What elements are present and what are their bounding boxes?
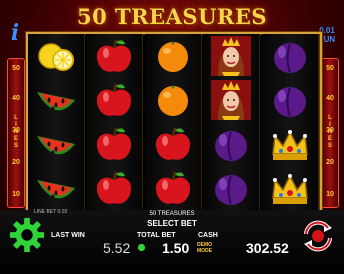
queen-symbol	[203, 34, 259, 78]
reel-5	[261, 34, 319, 211]
orange-symbol	[145, 34, 201, 78]
watermelon-symbol	[28, 122, 84, 166]
plum-icon	[273, 43, 306, 73]
game-title: 50 TREASURES	[76, 4, 268, 29]
apple-icon	[155, 127, 190, 160]
lines-word: LINES	[327, 115, 333, 149]
watermelon-symbol	[28, 166, 84, 210]
mode-label: MODE	[197, 248, 212, 254]
queen-icon	[211, 80, 252, 120]
apple-symbol	[145, 166, 201, 210]
plum-symbol	[262, 34, 318, 78]
watermelon-icon	[37, 92, 75, 112]
settings-gear-icon[interactable]	[8, 216, 46, 254]
lines-number: 20	[326, 159, 334, 166]
reel-4	[203, 34, 261, 211]
total-bet-label: TOTAL BET	[137, 232, 176, 239]
lines-word: LINES	[13, 115, 19, 149]
queen-icon	[211, 36, 252, 76]
reel-3	[144, 34, 202, 211]
orange-symbol	[145, 78, 201, 122]
apple-icon	[155, 171, 190, 204]
reels-area	[26, 32, 322, 213]
apple-symbol	[86, 122, 142, 166]
lines-panel-left: 50 40 30 20 10 LINES	[7, 58, 25, 208]
lines-number: 40	[12, 95, 20, 102]
reel-1	[28, 34, 85, 211]
watermelon-symbol	[28, 78, 84, 122]
orange-icon	[157, 41, 188, 72]
apple-icon	[97, 127, 132, 160]
plum-symbol	[203, 122, 259, 166]
apple-icon	[97, 39, 132, 72]
lemon-icon	[38, 43, 74, 71]
apple-symbol	[145, 122, 201, 166]
apple-symbol	[86, 34, 142, 78]
plum-icon	[273, 87, 306, 117]
autoplay-arrows-icon[interactable]	[298, 216, 338, 256]
lines-number: 10	[326, 191, 334, 198]
lines-number: 10	[12, 191, 20, 198]
watermelon-icon	[37, 180, 75, 200]
lines-number: 20	[12, 159, 20, 166]
apple-icon	[97, 83, 132, 116]
cash-value: 302.52	[246, 240, 289, 256]
watermelon-icon	[37, 136, 75, 156]
info-button[interactable]: i	[4, 22, 26, 44]
lines-number: 50	[326, 65, 334, 72]
lines-number: 50	[12, 65, 20, 72]
lines-number: 40	[326, 95, 334, 102]
game-name-small: 50 TREASURES	[149, 211, 195, 217]
plum-icon	[215, 131, 248, 161]
plum-icon	[215, 175, 248, 205]
demo-mode-label: DEMO MODE	[197, 242, 212, 254]
cash-label: CASH	[198, 232, 218, 239]
plum-symbol	[203, 166, 259, 210]
reel-2	[86, 34, 144, 211]
crown-symbol	[262, 122, 318, 166]
lines-panel-right: 50 40 30 20 10 LINES	[321, 58, 339, 208]
plum-symbol	[262, 78, 318, 122]
lemon-symbol	[28, 34, 84, 78]
apple-symbol	[86, 78, 142, 122]
green-dot-icon[interactable]	[137, 243, 146, 252]
crown-icon	[271, 174, 308, 204]
orange-icon	[157, 85, 188, 116]
crown-icon	[271, 130, 308, 160]
last-win-value: 5.52	[103, 240, 131, 256]
total-bet-value[interactable]: 1.50	[162, 240, 189, 256]
last-win-label: LAST WIN	[51, 232, 85, 239]
select-bet-label[interactable]: SELECT BET	[0, 219, 344, 228]
apple-icon	[97, 171, 132, 204]
apple-symbol	[86, 166, 142, 210]
crown-symbol	[262, 166, 318, 210]
queen-symbol	[203, 78, 259, 122]
